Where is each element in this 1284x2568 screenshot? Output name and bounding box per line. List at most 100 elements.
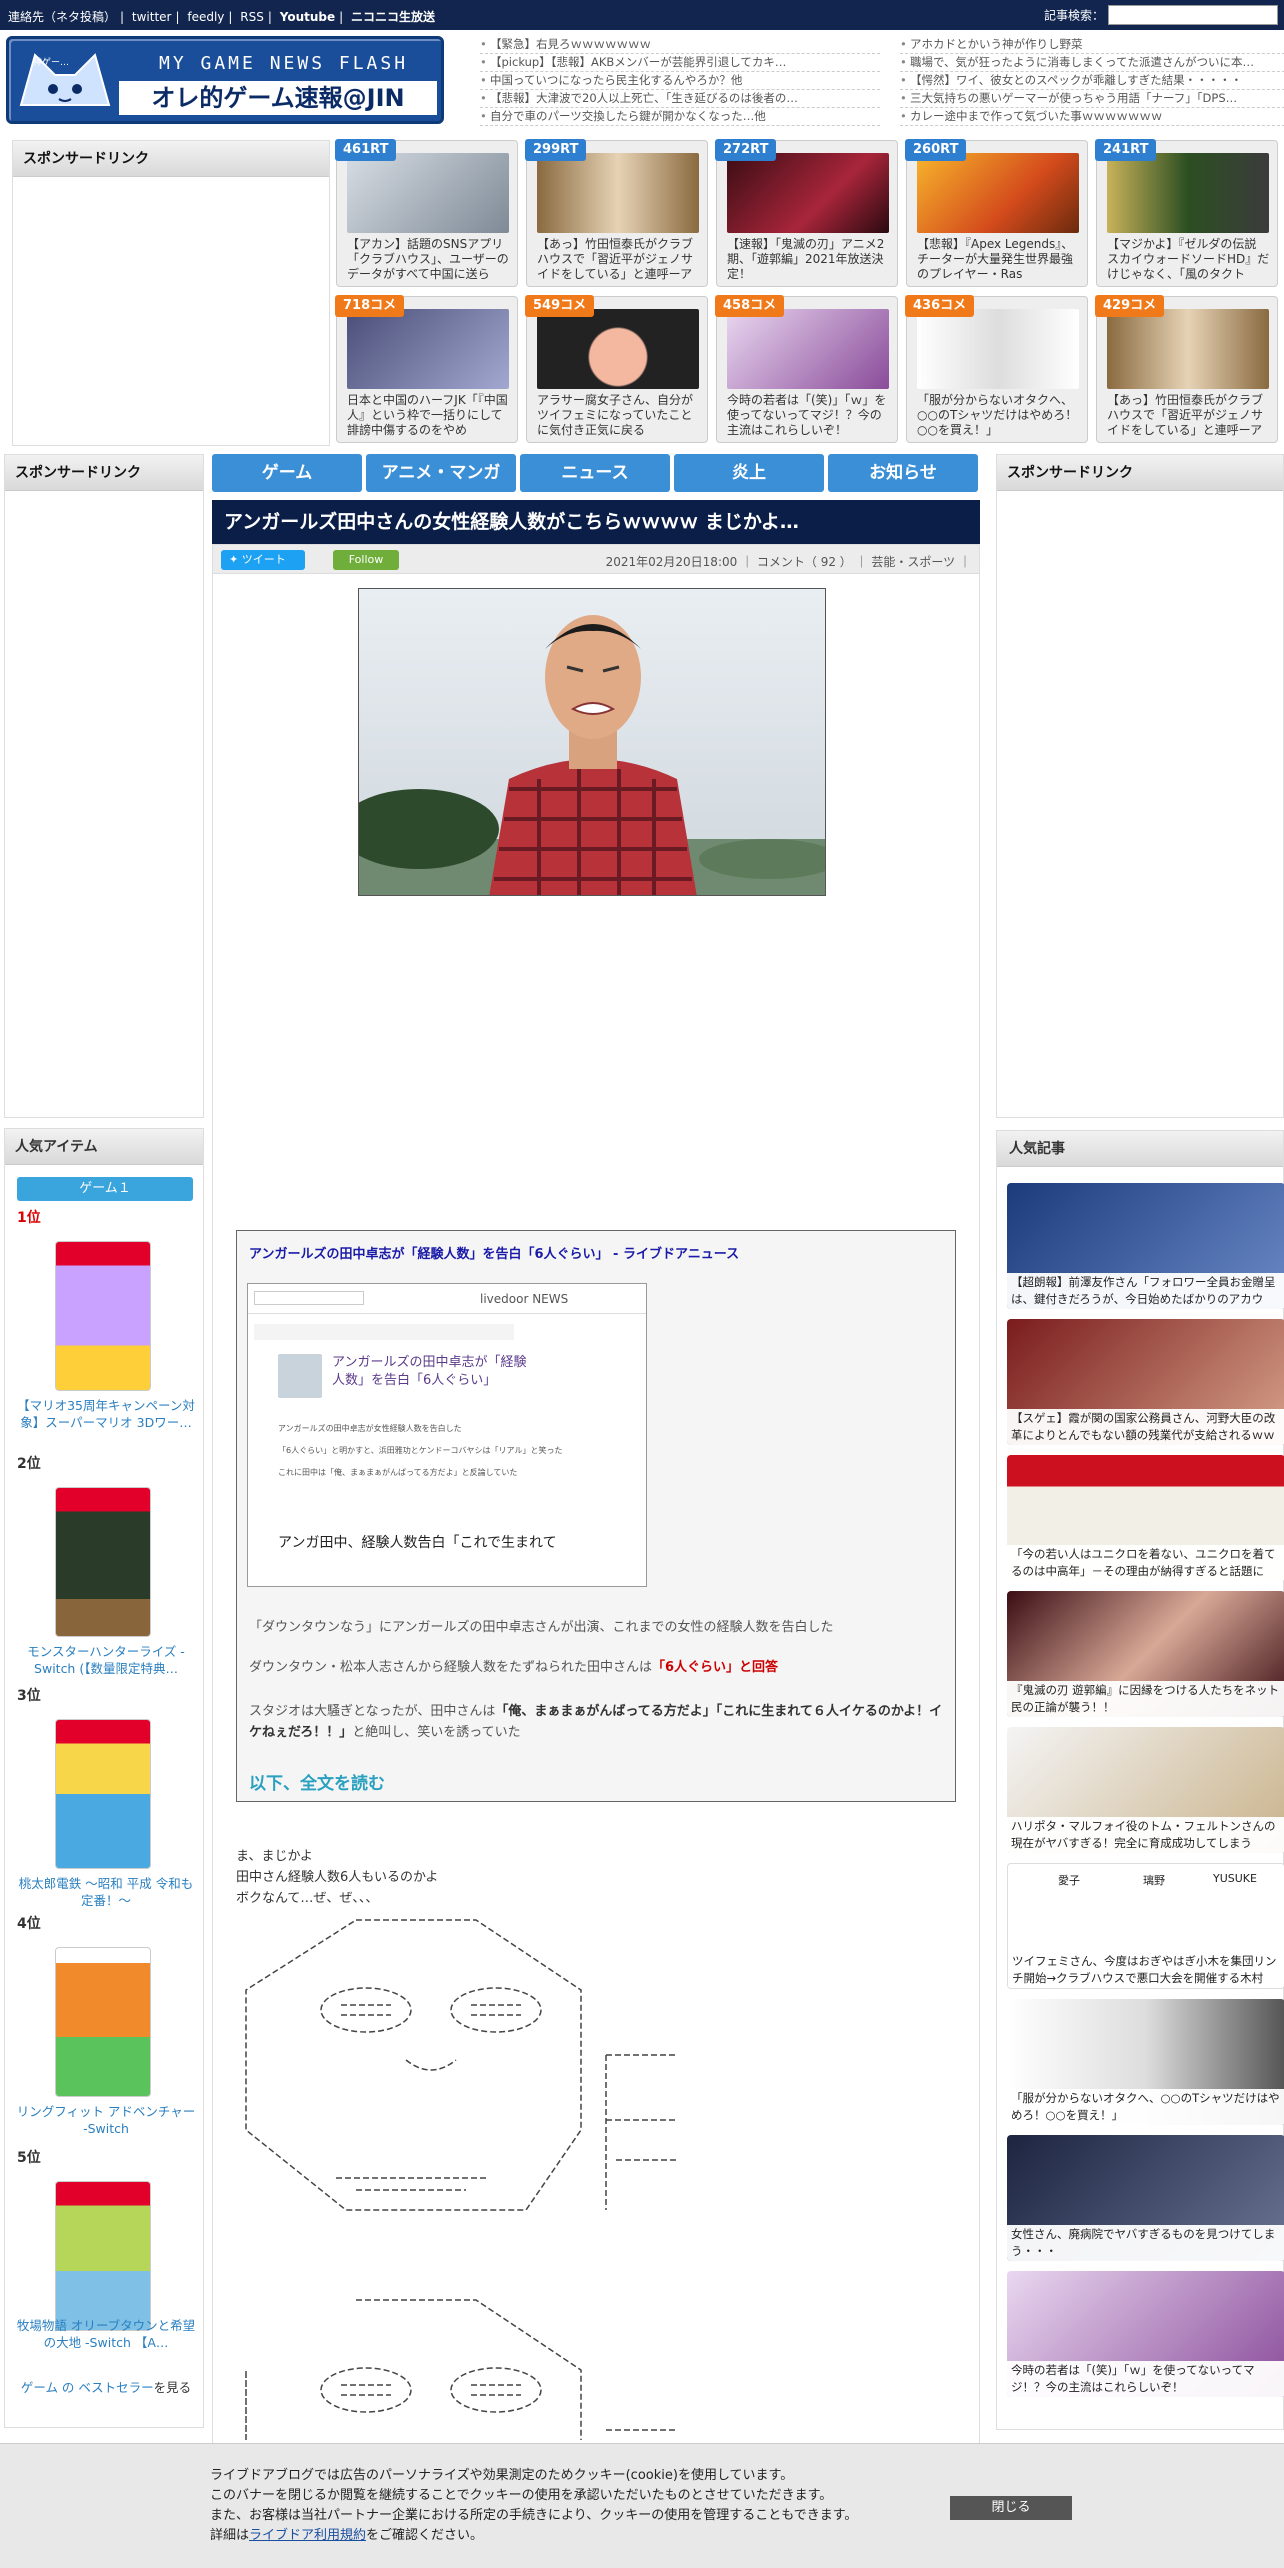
comment-badge: 458コメ bbox=[715, 295, 785, 317]
tab-info[interactable]: お知らせ bbox=[828, 454, 978, 492]
card-text: 【アカン】話題のSNSアプリ「クラブハウス」、ユーザーのデータがすべて中国に送ら bbox=[347, 237, 509, 281]
popular-article-card[interactable]: 女性さん、廃病院でヤバすぎるものを見つけてしまう・・・ bbox=[1007, 2135, 1284, 2261]
sponsor-box-right: スポンサードリンク bbox=[996, 454, 1284, 1118]
news-screenshot[interactable]: livedoor NEWS アンガールズの田中卓志が「経験人数」を告白「6人ぐら… bbox=[247, 1283, 647, 1587]
product-image[interactable] bbox=[55, 1487, 151, 1637]
separator: | bbox=[175, 10, 180, 24]
rt-badge: 461RT bbox=[335, 139, 397, 161]
product-link[interactable]: 桃太郎電鉄 ～昭和 平成 令和も定番！～ bbox=[15, 1875, 197, 1909]
ranking-card[interactable]: 299RT 【あっ】竹田恒泰氏がクラブハウスで「習近平がジェノサイドをしている」… bbox=[525, 139, 708, 287]
headline-link[interactable]: 職場で、気が狂ったように消毒しまくってた派遣さんがついに本… bbox=[900, 54, 1284, 72]
screenshot-bullet: 「6人ぐらい」と明かすと、浜田雅功とケンドーコバヤシは「リアル」と笑った bbox=[278, 1446, 563, 1455]
ranking-card[interactable]: 718コメ 日本と中国のハーフJK「『中国人』という枠で一括りにして誹謗中傷する… bbox=[335, 295, 518, 443]
sponsor-header: スポンサードリンク bbox=[997, 455, 1283, 491]
follow-label: Follow bbox=[348, 553, 384, 566]
category-nav: ゲーム アニメ・マンガ ニュース 炎上 お知らせ bbox=[212, 454, 982, 492]
headline-link[interactable]: カレー途中まで作って気づいた事ｗｗｗｗｗｗｗ bbox=[900, 108, 1284, 126]
card-thumbnail bbox=[1107, 309, 1269, 389]
product-image[interactable] bbox=[55, 1719, 151, 1869]
card-thumbnail bbox=[727, 309, 889, 389]
ranking-card[interactable]: 272RT 【速報】「鬼滅の刃」アニメ2期、「遊郭編」2021年放送決定！ bbox=[715, 139, 898, 287]
rt-badge: 241RT bbox=[1095, 139, 1157, 161]
feedly-link[interactable]: feedly bbox=[187, 10, 224, 24]
search-input[interactable] bbox=[1108, 5, 1278, 25]
card-text: 「服が分からないオタクへ、○○のTシャツだけはやめろ！○○を買え！」 bbox=[917, 393, 1078, 437]
tweet-button[interactable]: ✦ ツイート bbox=[221, 550, 305, 570]
headline-link[interactable]: 中国っていつになったら民主化するんやろか？他 bbox=[480, 72, 880, 90]
game-category-button[interactable]: ゲーム１ bbox=[17, 1177, 193, 1201]
ranking-card[interactable]: 461RT 【アカン】話題のSNSアプリ「クラブハウス」、ユーザーのデータがすべ… bbox=[335, 139, 518, 287]
contact-link[interactable]: 連絡先（ネタ投稿） bbox=[8, 10, 116, 24]
card-text: 【マジかよ】『ゼルダの伝説 スカイウォードソードHD』だけじゃなく、「風のタクト bbox=[1107, 237, 1270, 281]
article-title: アンガールズ田中さんの女性経験人数がこちらｗｗｗｗ まじかよ… bbox=[212, 500, 980, 544]
card-text: 【悲報】『Apex Legends』、チーターが大量発生世界最強のプレイヤー・R… bbox=[917, 237, 1074, 281]
quote-paragraph-3: スタジオは大騒ぎとなったが、田中さんは「俺、まぁまぁがんばってる方だよ」「これに… bbox=[249, 1701, 949, 1743]
popular-article-card[interactable]: 「今の若い人はユニクロを着ない、ユニクロを着てるのは中高年」－その理由が納得すぎ… bbox=[1007, 1455, 1284, 1581]
product-image[interactable] bbox=[55, 1947, 151, 2097]
ranking-card[interactable]: 429コメ 【あっ】竹田恒泰氏がクラブハウスで「習近平がジェノサイドをしている」… bbox=[1095, 295, 1278, 443]
cookie-close-button[interactable]: 閉じる bbox=[950, 2496, 1072, 2520]
popular-article-title: ハリポタ・マルフォイ役のトム・フェルトンさんの現在がヤバすぎる！完全に育成成功し… bbox=[1007, 1817, 1284, 1853]
product-link[interactable]: 牧場物語 オリーブタウンと希望の大地 -Switch 【A… bbox=[15, 2317, 197, 2351]
product-image[interactable] bbox=[55, 2181, 151, 2331]
top-bar: 連絡先（ネタ投稿） | twitter | feedly | RSS | Youtube… bbox=[0, 0, 1284, 30]
popular-article-card[interactable]: 【スゲェ】霞が関の国家公務員さん、河野大臣の改革によりとんでもない額の残業代が支… bbox=[1007, 1319, 1284, 1445]
cookie-line: また、お客様は当社パートナー企業における所定の手続きにより、クッキーの使用を管理… bbox=[210, 2508, 858, 2523]
tab-game[interactable]: ゲーム bbox=[212, 454, 362, 492]
mascot-icon: 神ゲー… bbox=[19, 53, 111, 106]
bestseller-suffix: を見る bbox=[153, 2380, 192, 2395]
niconico-link[interactable]: ニコニコ生放送 bbox=[351, 10, 435, 24]
separator: | bbox=[267, 10, 272, 24]
product-link[interactable]: モンスターハンターライズ -Switch (【数量限定特典… bbox=[15, 1643, 197, 1677]
rt-badge: 260RT bbox=[905, 139, 967, 161]
headline-link[interactable]: 【愕然】ワイ、彼女とのスペックが乖離しすぎた結果・・・・・ bbox=[900, 72, 1284, 90]
rank-label: 2位 bbox=[17, 1456, 41, 1472]
twitter-link[interactable]: twitter bbox=[132, 10, 172, 24]
popular-article-title: 【スゲェ】霞が関の国家公務員さん、河野大臣の改革によりとんでもない額の残業代が支… bbox=[1007, 1409, 1284, 1445]
popular-article-card[interactable]: 【超朗報】前澤友作さん「フォロワー全員お金贈呈は、鍵付きだろうが、今日始めたばか… bbox=[1007, 1183, 1284, 1309]
ranking-card[interactable]: 241RT 【マジかよ】『ゼルダの伝説 スカイウォードソードHD』だけじゃなく、… bbox=[1095, 139, 1278, 287]
cookie-line: このバナーを閉じるか閲覧を継続することでクッキーの使用を承認いただいたものとさせ… bbox=[210, 2488, 833, 2503]
product-link[interactable]: リングフィット アドベンチャー -Switch bbox=[15, 2103, 197, 2137]
headline-link[interactable]: 【悲報】大津波で20人以上死亡、「生き延びるのは後者の… bbox=[480, 90, 880, 108]
product-image[interactable] bbox=[55, 1241, 151, 1391]
quote-text: スタジオは大騒ぎとなったが、田中さんは bbox=[249, 1704, 496, 1719]
bestseller-link[interactable]: ゲーム の ベストセラー bbox=[21, 2380, 154, 2395]
popular-article-card[interactable]: 今時の若者は「(笑)」「ｗ」を使ってないってマジ！？今の主流はこれらしいぞ！ bbox=[1007, 2271, 1284, 2397]
cookie-line: 詳細はライブドア利用規約をご確認ください。 bbox=[210, 2526, 857, 2546]
youtube-link[interactable]: Youtube bbox=[280, 10, 335, 24]
product-link[interactable]: 【マリオ35周年キャンペーン対象】スーパーマリオ 3Dワー… bbox=[15, 1397, 197, 1431]
popular-articles-header: 人気記事 bbox=[997, 1131, 1283, 1167]
tab-news[interactable]: ニュース bbox=[520, 454, 670, 492]
headline-link[interactable]: 【緊急】右見ろｗｗｗｗｗｗｗ bbox=[480, 36, 880, 54]
ranking-card[interactable]: 260RT 【悲報】『Apex Legends』、チーターが大量発生世界最強のプ… bbox=[905, 139, 1088, 287]
popular-article-card[interactable]: 愛子 璃野 YUSUKE ツイフェミさん、今度はおぎやはぎ小木を集団リンチ開始→… bbox=[1007, 1863, 1284, 1989]
tab-enjou[interactable]: 炎上 bbox=[674, 454, 824, 492]
ranking-card[interactable]: 436コメ 「服が分からないオタクへ、○○のTシャツだけはやめろ！○○を買え！」 bbox=[905, 295, 1088, 443]
rt-badge: 272RT bbox=[715, 139, 777, 161]
popular-article-card[interactable]: ハリポタ・マルフォイ役のトム・フェルトンさんの現在がヤバすぎる！完全に育成成功し… bbox=[1007, 1727, 1284, 1853]
ranking-card[interactable]: 458コメ 今時の若者は「(笑)」「ｗ」を使ってないってマジ！？今の主流はこれら… bbox=[715, 295, 898, 443]
source-link[interactable]: アンガールズの田中卓志が「経験人数」を告白「6人ぐらい」 - ライブドアニュース bbox=[249, 1243, 739, 1262]
popular-article-card[interactable]: 「服が分からないオタクへ、○○のTシャツだけはやめろ！○○を買え！」 bbox=[1007, 1999, 1284, 2125]
article-line: ま、まじかよ bbox=[236, 1849, 313, 1864]
card-thumbnail bbox=[537, 309, 699, 389]
headline-link[interactable]: アホカドとかいう神が作りし野菜 bbox=[900, 36, 1284, 54]
site-logo[interactable]: 神ゲー… MY GAME NEWS FLASH オレ的ゲーム速報@JIN bbox=[6, 36, 444, 124]
feedly-follow-button[interactable]: Follow bbox=[333, 550, 399, 570]
popular-article-card[interactable]: 『鬼滅の刃 遊郭編』に因縁をつける人たちをネット民の正論が襲う！！ bbox=[1007, 1591, 1284, 1717]
tab-anime-manga[interactable]: アニメ・マンガ bbox=[366, 454, 516, 492]
popular-article-title: 「今の若い人はユニクロを着ない、ユニクロを着てるのは中高年」－その理由が納得すぎ… bbox=[1007, 1545, 1284, 1581]
read-more-link[interactable]: 以下、全文を読む bbox=[249, 1769, 385, 1794]
card-thumbnail bbox=[727, 153, 889, 233]
headline-link[interactable]: 自分で車のパーツ交換したら鍵が開かなくなった…他 bbox=[480, 108, 880, 126]
screenshot-thumb bbox=[278, 1354, 322, 1398]
cookie-text: ライブドアブログでは広告のパーソナライズや効果測定のためクッキー(cookie)… bbox=[210, 2466, 857, 2546]
headline-link[interactable]: 三大気持ちの悪いゲーマーが使っちゃう用語「ナーフ」「DPS… bbox=[900, 90, 1284, 108]
card-text: アラサー腐女子さん、自分がツイフェミになっていたことに気付き正気に戻る bbox=[537, 393, 694, 437]
headline-link[interactable]: 【pickup】【悲報】AKBメンバーが芸能界引退してカキ… bbox=[480, 54, 880, 72]
ranking-grid: 461RT 【アカン】話題のSNSアプリ「クラブハウス」、ユーザーのデータがすべ… bbox=[335, 139, 1284, 446]
ranking-card[interactable]: 549コメ アラサー腐女子さん、自分がツイフェミになっていたことに気付き正気に戻… bbox=[525, 295, 708, 443]
terms-link[interactable]: ライブドア利用規約 bbox=[249, 2528, 366, 2543]
rss-link[interactable]: RSS bbox=[240, 10, 264, 24]
